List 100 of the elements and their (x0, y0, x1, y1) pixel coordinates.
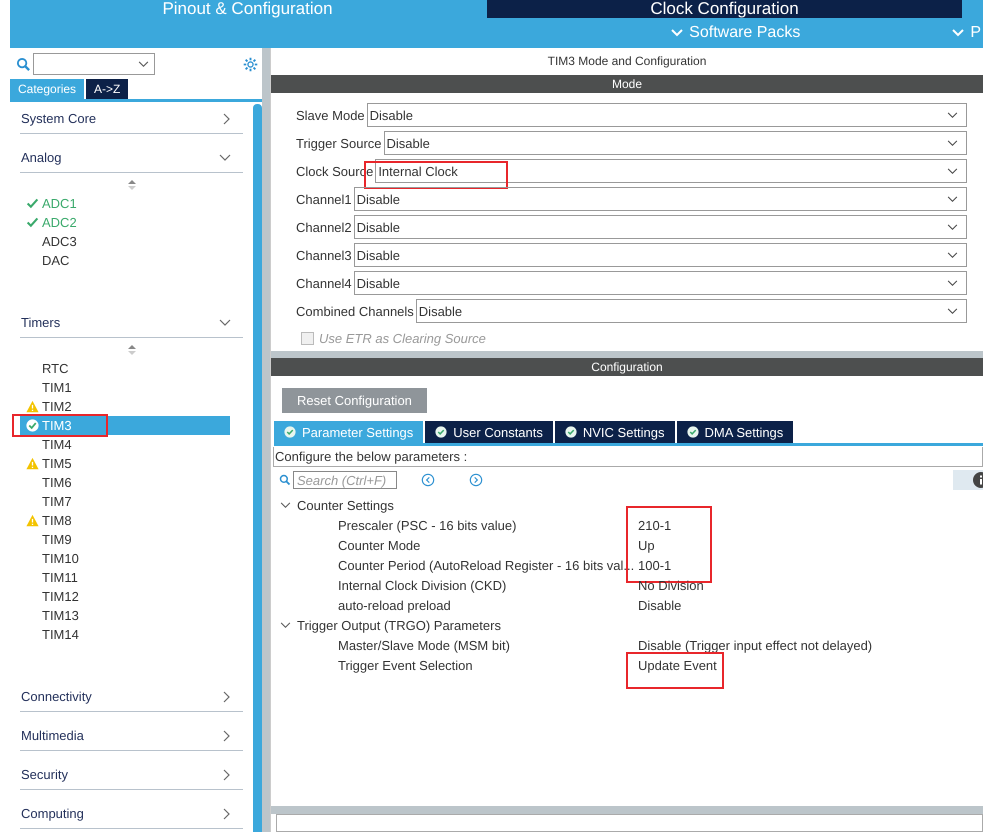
settings-tab[interactable]: NVIC Settings (554, 421, 675, 443)
chevron-down-icon (947, 196, 958, 202)
parameter-value[interactable]: 210-1 (638, 518, 672, 532)
chevron-right-icon (223, 808, 231, 820)
category-header[interactable]: Timers (20, 308, 243, 338)
section-header: Configuration (271, 358, 983, 376)
peripheral-item[interactable]: TIM12 (20, 587, 230, 606)
parameter-name: Master/Slave Mode (MSM bit) (338, 638, 511, 652)
category-header[interactable]: Multimedia (20, 721, 243, 751)
parameter-value[interactable]: 100-1 (638, 558, 672, 572)
sort-icon[interactable] (128, 345, 136, 355)
warning-icon (26, 514, 38, 527)
peripheral-item[interactable]: TIM4 (20, 435, 230, 454)
select-field[interactable]: Disable (416, 299, 967, 323)
warning-icon (26, 400, 38, 413)
settings-tab[interactable]: DMA Settings (676, 421, 794, 443)
field-label: Channel2 (296, 220, 352, 234)
select-field[interactable]: Disable (384, 131, 967, 155)
peripheral-item[interactable]: ADC3 (20, 232, 230, 251)
parameter-value[interactable]: Update Event (638, 658, 717, 672)
field-label: Channel4 (296, 276, 352, 290)
parameter-name: Prescaler (PSC - 16 bits value) (338, 518, 518, 532)
peripheral-item[interactable]: TIM11 (20, 568, 230, 587)
tree-group[interactable]: Counter Settings (271, 495, 983, 515)
category-header[interactable]: Computing (20, 799, 243, 829)
warning-icon (26, 457, 38, 470)
peripheral-item[interactable]: TIM2 (20, 397, 230, 416)
check-icon (26, 216, 38, 229)
parameter-name: Trigger Event Selection (338, 658, 474, 672)
chevron-down-icon (947, 112, 958, 118)
chevron-down-icon (280, 622, 291, 628)
settings-icon[interactable] (242, 56, 259, 72)
chevron-down-icon (219, 154, 231, 162)
field-label: Channel3 (296, 248, 352, 262)
check-circle-icon (284, 426, 296, 438)
parameter-name: Counter Mode (338, 538, 422, 552)
select-field[interactable]: Internal Clock (375, 159, 967, 183)
search-icon (16, 56, 31, 72)
chevron-down-icon (138, 61, 149, 68)
field-label: Channel1 (296, 192, 352, 206)
chevron-down-icon (947, 140, 958, 146)
parameter-value[interactable]: Disable (Trigger input effect not delayed) (638, 638, 872, 652)
chevron-down-icon (671, 29, 684, 37)
parameter-value[interactable]: Up (638, 538, 655, 552)
peripheral-item[interactable]: TIM8 (20, 511, 230, 530)
select-field[interactable]: Disable (354, 243, 967, 267)
search-dropdown[interactable] (33, 53, 155, 75)
sidebar-tab[interactable]: A->Z (86, 79, 128, 99)
scrollbar[interactable] (253, 104, 262, 832)
section-header: Mode (271, 75, 983, 93)
select-field[interactable]: Disable (354, 215, 967, 239)
panel-title: TIM3 Mode and Configuration (546, 53, 708, 70)
chevron-down-icon (280, 502, 291, 508)
peripheral-item[interactable]: TIM10 (20, 549, 230, 568)
check-icon (26, 197, 38, 210)
checkbox-label: Use ETR as Clearing Source (319, 330, 486, 346)
parameter-name: auto-reload preload (338, 598, 452, 612)
sort-icon[interactable] (128, 180, 136, 190)
peripheral-item[interactable]: RTC (20, 359, 230, 378)
category-header[interactable]: Analog (20, 143, 243, 173)
chevron-down-icon (947, 308, 958, 314)
peripheral-item[interactable]: TIM14 (20, 625, 230, 644)
peripheral-item[interactable]: TIM5 (20, 454, 230, 473)
select-field[interactable]: Disable (366, 103, 967, 127)
chevron-right-icon (223, 768, 231, 780)
peripheral-item[interactable]: TIM6 (20, 473, 230, 492)
next-icon[interactable] (469, 473, 483, 487)
peripheral-item[interactable]: TIM13 (20, 606, 230, 625)
field-label: Trigger Source (296, 136, 382, 150)
top-tab[interactable]: Clock Configuration (487, 0, 962, 18)
hint-text: Configure the below parameters : (273, 447, 983, 467)
chevron-down-icon (947, 280, 958, 286)
chevron-down-icon (947, 252, 958, 258)
field-label: Slave Mode (296, 108, 365, 122)
category-header[interactable]: Connectivity (20, 682, 243, 712)
select-field[interactable]: Disable (354, 271, 967, 295)
peripheral-item[interactable]: DAC (20, 251, 230, 270)
chevron-down-icon (947, 168, 958, 174)
field-label: Combined Channels (296, 304, 414, 318)
select-field[interactable]: Disable (354, 187, 967, 211)
previous-icon[interactable] (421, 473, 435, 487)
chevron-down-icon (952, 29, 964, 37)
chevron-down-icon (219, 318, 231, 326)
chevron-right-icon (223, 112, 231, 124)
parameter-value[interactable]: Disable (638, 598, 682, 612)
peripheral-item[interactable]: TIM9 (20, 530, 230, 549)
search-field[interactable]: Search (Ctrl+F) (293, 471, 397, 489)
tree-group[interactable]: Trigger Output (TRGO) Parameters (271, 615, 983, 635)
parameter-name: Internal Clock Division (CKD) (338, 578, 508, 592)
check-circle-icon (435, 426, 448, 438)
category-header[interactable]: Security (20, 760, 243, 790)
category-header[interactable]: System Core (20, 104, 243, 134)
chevron-right-icon (223, 730, 231, 742)
chevron-right-icon (223, 690, 231, 702)
check-circle-icon (686, 426, 699, 438)
search-icon (279, 474, 291, 486)
peripheral-item[interactable]: TIM7 (20, 492, 230, 511)
settings-tab[interactable]: User Constants (425, 421, 553, 443)
check-circle-icon (564, 426, 577, 438)
peripheral-item[interactable]: TIM1 (20, 378, 230, 397)
